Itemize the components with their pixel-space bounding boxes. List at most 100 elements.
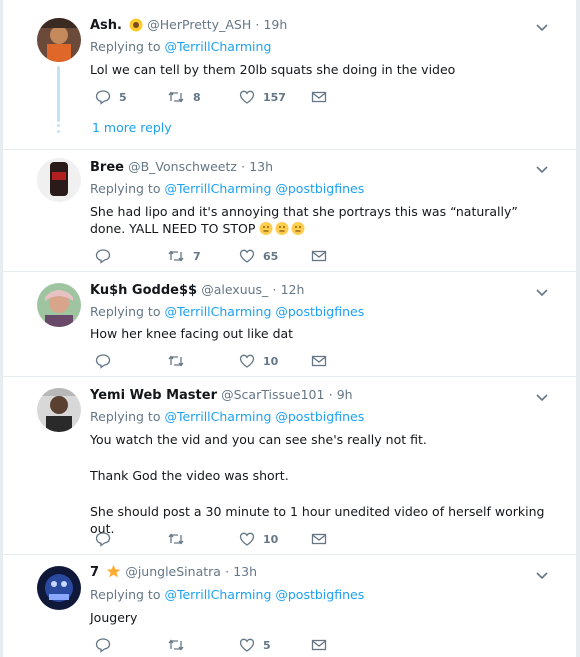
separator: · [272, 282, 277, 297]
like-count: 5 [263, 638, 271, 652]
avatar[interactable] [37, 158, 81, 202]
display-name[interactable]: Ku$h Godde$$ [90, 283, 197, 298]
timestamp[interactable]: 9h [337, 387, 353, 402]
mention-link[interactable]: @postbigfines [275, 304, 364, 319]
avatar[interactable] [37, 566, 81, 610]
heart-icon [239, 532, 255, 546]
retweet-icon [168, 250, 184, 262]
like-button[interactable]: 10 [239, 352, 278, 370]
timestamp[interactable]: 19h [263, 17, 287, 32]
tweet[interactable]: Ash. @HerPretty_ASH · 19h Replying to @T… [3, 0, 576, 150]
tweet-text: She had lipo and it's annoying that she … [90, 203, 550, 240]
reply-button[interactable]: 5 [95, 88, 127, 106]
heart-icon [239, 638, 255, 652]
mention-link[interactable]: @postbigfines [275, 181, 364, 196]
separator: · [241, 159, 246, 174]
retweet-button[interactable]: 8 [167, 88, 201, 106]
retweet-count: 7 [193, 249, 201, 263]
reply-button[interactable] [95, 530, 119, 548]
envelope-icon [311, 250, 327, 262]
dm-button[interactable] [311, 88, 327, 106]
envelope-icon [311, 533, 327, 545]
dm-button[interactable] [311, 636, 327, 654]
handle[interactable]: @jungleSinatra [125, 564, 221, 579]
tweet[interactable]: Yemi Web Master @ScarTissue101 · 9h Repl… [3, 377, 576, 555]
show-more-replies-link[interactable]: 1 more reply [92, 120, 172, 135]
heart-icon [239, 354, 255, 368]
handle[interactable]: @ScarTissue101 [221, 387, 324, 402]
mention-link[interactable]: @TerrillCharming [164, 409, 271, 424]
envelope-icon [311, 355, 327, 367]
chevron-down-icon[interactable] [535, 390, 549, 404]
envelope-icon [311, 91, 327, 103]
mention-link[interactable]: @TerrillCharming [164, 587, 271, 602]
mention-link[interactable]: @TerrillCharming [164, 39, 271, 54]
reply-button[interactable] [95, 352, 119, 370]
timestamp[interactable]: 13h [249, 159, 273, 174]
replying-to: Replying to @TerrillCharming @postbigfin… [90, 304, 365, 319]
display-name[interactable]: Ash. [90, 18, 122, 33]
tweet-header: Ku$h Godde$$ @alexuus_ · 12h [90, 282, 304, 300]
tweet-text-line: Thank God the video was short. [90, 468, 289, 483]
reply-icon [95, 90, 111, 105]
mention-link[interactable]: @TerrillCharming [164, 181, 271, 196]
tweet-header: Ash. @HerPretty_ASH · 19h [90, 17, 287, 35]
display-name[interactable]: Bree [90, 160, 124, 175]
reply-icon [95, 249, 111, 264]
mention-link[interactable]: @TerrillCharming [164, 304, 271, 319]
retweet-button[interactable] [167, 530, 193, 548]
timestamp[interactable]: 12h [281, 282, 305, 297]
chevron-down-icon[interactable] [535, 285, 549, 299]
retweet-icon [168, 533, 184, 545]
mention-link[interactable]: @postbigfines [275, 409, 364, 424]
handle[interactable]: @B_Vonschweetz [128, 159, 237, 174]
tweet-text: How her knee facing out like dat [90, 326, 294, 341]
separator: · [328, 387, 333, 402]
chevron-down-icon[interactable] [535, 568, 549, 582]
retweet-icon [168, 355, 184, 367]
dm-button[interactable] [311, 530, 327, 548]
retweet-button[interactable] [167, 352, 193, 370]
reply-button[interactable] [95, 636, 119, 654]
tweet-text: Lol we can tell by them 20lb squats she … [90, 62, 456, 77]
avatar[interactable] [37, 283, 81, 327]
like-button[interactable]: 65 [239, 247, 278, 265]
handle[interactable]: @HerPretty_ASH [147, 17, 251, 32]
tweet-text: Jougery [90, 610, 138, 625]
neutral-face-emoji-icon [259, 221, 307, 240]
retweet-button[interactable]: 7 [167, 247, 201, 265]
avatar[interactable] [37, 18, 81, 62]
retweet-button[interactable] [167, 636, 193, 654]
tweet[interactable]: Bree @B_Vonschweetz · 13h Replying to @T… [3, 150, 576, 272]
retweet-icon [168, 91, 184, 103]
star-icon [106, 564, 121, 583]
chevron-down-icon[interactable] [535, 162, 549, 176]
display-name[interactable]: 7 [90, 565, 99, 580]
handle[interactable]: @alexuus_ [201, 282, 268, 297]
replying-to: Replying to @TerrillCharming @postbigfin… [90, 409, 365, 424]
dm-button[interactable] [311, 247, 327, 265]
heart-icon [239, 249, 255, 263]
tweet[interactable]: Ku$h Godde$$ @alexuus_ · 12h Replying to… [3, 272, 576, 377]
like-count: 10 [263, 532, 279, 546]
like-button[interactable]: 5 [239, 636, 271, 654]
display-name[interactable]: Yemi Web Master [90, 388, 217, 403]
dm-button[interactable] [311, 352, 327, 370]
replying-to: Replying to @TerrillCharming [90, 39, 272, 54]
separator: · [255, 17, 260, 32]
tweet[interactable]: 7 @jungleSinatra · 13h Replying to @Terr… [3, 555, 576, 657]
reply-icon [95, 638, 111, 653]
tweet-header: Bree @B_Vonschweetz · 13h [90, 159, 273, 177]
retweet-count: 8 [193, 90, 201, 104]
timestamp[interactable]: 13h [233, 564, 257, 579]
like-button[interactable]: 10 [239, 530, 278, 548]
reply-button[interactable] [95, 247, 119, 265]
avatar[interactable] [37, 388, 81, 432]
mention-link[interactable]: @postbigfines [275, 587, 364, 602]
like-count: 157 [263, 90, 286, 104]
reply-icon [95, 354, 111, 369]
like-button[interactable]: 157 [239, 88, 286, 106]
chevron-down-icon[interactable] [535, 20, 549, 34]
envelope-icon [311, 639, 327, 651]
separator: · [225, 564, 230, 579]
